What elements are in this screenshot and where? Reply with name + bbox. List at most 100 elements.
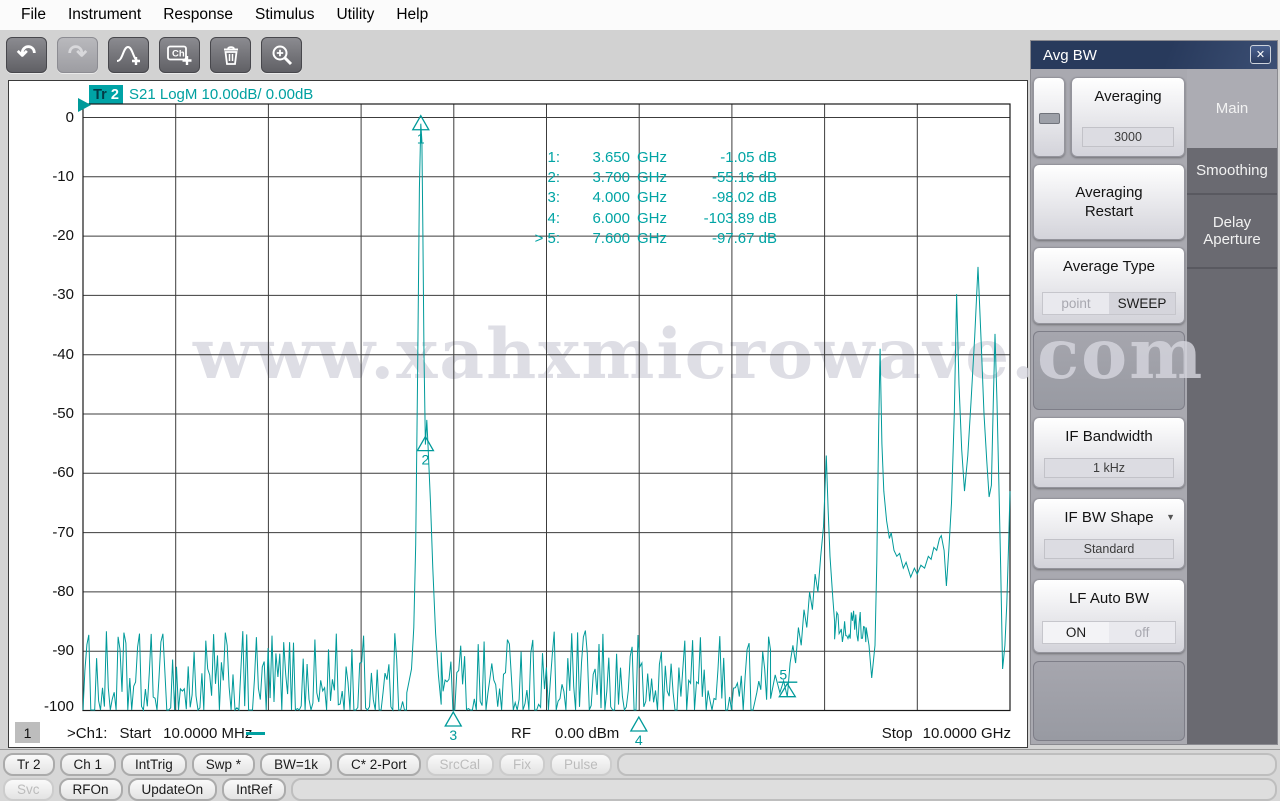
blank-button bbox=[1033, 331, 1185, 410]
y-axis-label: -80 bbox=[52, 582, 74, 600]
add-channel-icon: Ch bbox=[166, 45, 191, 65]
if-bw-shape-label: IF BW Shape bbox=[1064, 509, 1154, 526]
add-channel-button[interactable]: Ch bbox=[159, 37, 200, 73]
plot-window: Tr 2 S21 LogM 10.00dB/ 0.00dB 1 >Ch1: St… bbox=[8, 80, 1028, 748]
status-button[interactable]: C* 2-Port bbox=[336, 753, 421, 776]
status-button[interactable]: Tr 2 bbox=[3, 753, 55, 776]
tab-smoothing[interactable]: Smoothing bbox=[1187, 148, 1277, 195]
averaging-restart-button[interactable]: Averaging Restart bbox=[1033, 164, 1185, 240]
y-axis-label: -10 bbox=[52, 167, 74, 185]
tab-delay-aperture-label: Delay Aperture bbox=[1203, 214, 1261, 248]
status-button: SrcCal bbox=[425, 753, 495, 776]
status-button[interactable]: IntTrig bbox=[121, 753, 187, 776]
average-type-label: Average Type bbox=[1062, 258, 1155, 275]
status-message-field bbox=[616, 753, 1277, 776]
y-axis-label: -20 bbox=[52, 227, 74, 245]
zoom-button[interactable] bbox=[261, 37, 302, 73]
panel-tab-column: Main Smoothing Delay Aperture bbox=[1187, 69, 1277, 744]
tab-main-label: Main bbox=[1215, 100, 1249, 117]
lf-auto-bw-toggle[interactable]: ON off bbox=[1042, 621, 1176, 644]
menu-stimulus[interactable]: Stimulus bbox=[244, 2, 325, 29]
zoom-in-icon bbox=[272, 45, 292, 66]
status-button: Svc bbox=[3, 778, 54, 801]
tab-delay-aperture[interactable]: Delay Aperture bbox=[1187, 195, 1277, 269]
status-button[interactable]: Ch 1 bbox=[59, 753, 117, 776]
trace-badge-number: 2 bbox=[110, 86, 119, 103]
status-row-1: Tr 2 Ch 1 IntTrig Swp * BW=1k C* 2-Port SrcCal… bbox=[3, 753, 1277, 776]
rf-label: RF bbox=[511, 725, 531, 742]
average-type-sweep-option[interactable]: SWEEP bbox=[1109, 293, 1175, 314]
y-axis-label: -40 bbox=[52, 345, 74, 363]
led-indicator-icon bbox=[1039, 113, 1060, 124]
status-row-2: Svc RFOn UpdateOn IntRef bbox=[3, 778, 1277, 801]
average-type-button[interactable]: Average Type point SWEEP bbox=[1033, 247, 1185, 324]
stimulus-stop-readout: Stop 10.0000 GHz bbox=[841, 725, 1011, 742]
status-bar: Tr 2 Ch 1 IntTrig Swp * BW=1k C* 2-Port SrcCal… bbox=[0, 749, 1280, 801]
trace-title: S21 LogM 10.00dB/ 0.00dB bbox=[129, 86, 314, 103]
add-trace-icon bbox=[116, 45, 140, 65]
rf-value: 0.00 dBm bbox=[555, 725, 620, 742]
panel-title-text: Avg BW bbox=[1043, 46, 1097, 64]
if-bandwidth-value: 1 kHz bbox=[1044, 458, 1174, 478]
lf-auto-bw-off-option[interactable]: off bbox=[1109, 622, 1175, 643]
average-type-toggle[interactable]: point SWEEP bbox=[1042, 292, 1176, 315]
averaging-label: Averaging bbox=[1094, 88, 1162, 105]
stop-value: 10.0000 GHz bbox=[922, 725, 1011, 742]
trace-color-indicator bbox=[246, 732, 265, 735]
averaging-value: 3000 bbox=[1082, 127, 1174, 147]
averaging-onoff-button[interactable] bbox=[1033, 77, 1065, 157]
stimulus-start-readout: >Ch1: Start 10.0000 MHz bbox=[67, 725, 252, 742]
y-axis-label: -100 bbox=[43, 697, 74, 715]
tab-smoothing-label: Smoothing bbox=[1196, 162, 1268, 179]
averaging-restart-label: Averaging Restart bbox=[1075, 183, 1143, 221]
average-type-point-option[interactable]: point bbox=[1043, 293, 1109, 314]
panel-close-button[interactable]: ✕ bbox=[1250, 45, 1271, 64]
trace-badge[interactable]: Tr 2 bbox=[89, 85, 123, 104]
tab-main[interactable]: Main bbox=[1187, 69, 1277, 148]
status-button[interactable]: IntRef bbox=[222, 778, 287, 801]
menu-instrument[interactable]: Instrument bbox=[57, 2, 152, 29]
status-button[interactable]: BW=1k bbox=[260, 753, 332, 776]
lf-auto-bw-button[interactable]: LF Auto BW ON off bbox=[1033, 579, 1185, 653]
trash-icon bbox=[223, 46, 238, 65]
averaging-button[interactable]: Averaging 3000 bbox=[1071, 77, 1185, 157]
close-icon: ✕ bbox=[1255, 49, 1266, 61]
panel-title: Avg BW bbox=[1031, 41, 1277, 69]
stop-label: Stop bbox=[881, 725, 913, 742]
panel-button-column: Averaging 3000 Averaging Restart Average… bbox=[1033, 77, 1185, 741]
status-button: Fix bbox=[499, 753, 546, 776]
menu-bar: File Instrument Response Stimulus Utilit… bbox=[0, 0, 1280, 30]
undo-icon: ↶ bbox=[16, 39, 37, 66]
dropdown-arrow-icon: ▼ bbox=[1166, 512, 1175, 522]
status-button[interactable]: UpdateOn bbox=[127, 778, 218, 801]
blank-button bbox=[1033, 661, 1185, 741]
y-axis-label: -90 bbox=[52, 642, 74, 660]
undo-button[interactable]: ↶ bbox=[6, 37, 47, 73]
status-message-field bbox=[291, 778, 1277, 801]
svg-text:Ch: Ch bbox=[172, 49, 185, 60]
y-axis-label: -60 bbox=[52, 464, 74, 482]
trace-badge-prefix: Tr bbox=[93, 86, 107, 103]
menu-utility[interactable]: Utility bbox=[325, 2, 385, 29]
window-number-badge: 1 bbox=[15, 722, 40, 743]
rf-power-readout: RF 0.00 dBm bbox=[511, 725, 619, 742]
status-button[interactable]: Swp * bbox=[191, 753, 256, 776]
menu-file[interactable]: File bbox=[10, 2, 57, 29]
add-trace-button[interactable] bbox=[108, 37, 149, 73]
if-bw-shape-button[interactable]: IF BW Shape ▼ Standard bbox=[1033, 498, 1185, 569]
redo-button: ↷ bbox=[57, 37, 98, 73]
y-axis-label: -30 bbox=[52, 286, 74, 304]
start-label: Start bbox=[119, 725, 152, 742]
delete-button[interactable] bbox=[210, 37, 251, 73]
status-button[interactable]: RFOn bbox=[58, 778, 123, 801]
y-axis-label: -50 bbox=[52, 405, 74, 422]
start-value: 10.0000 MHz bbox=[163, 725, 253, 742]
lf-auto-bw-label: LF Auto BW bbox=[1068, 590, 1150, 607]
lf-auto-bw-on-option[interactable]: ON bbox=[1043, 622, 1109, 643]
y-axis-label: 0 bbox=[65, 108, 74, 126]
menu-response[interactable]: Response bbox=[152, 2, 244, 29]
menu-help[interactable]: Help bbox=[385, 2, 439, 29]
if-bandwidth-button[interactable]: IF Bandwidth 1 kHz bbox=[1033, 417, 1185, 488]
y-axis-label: -70 bbox=[52, 523, 74, 541]
if-bw-shape-value: Standard bbox=[1044, 539, 1174, 559]
